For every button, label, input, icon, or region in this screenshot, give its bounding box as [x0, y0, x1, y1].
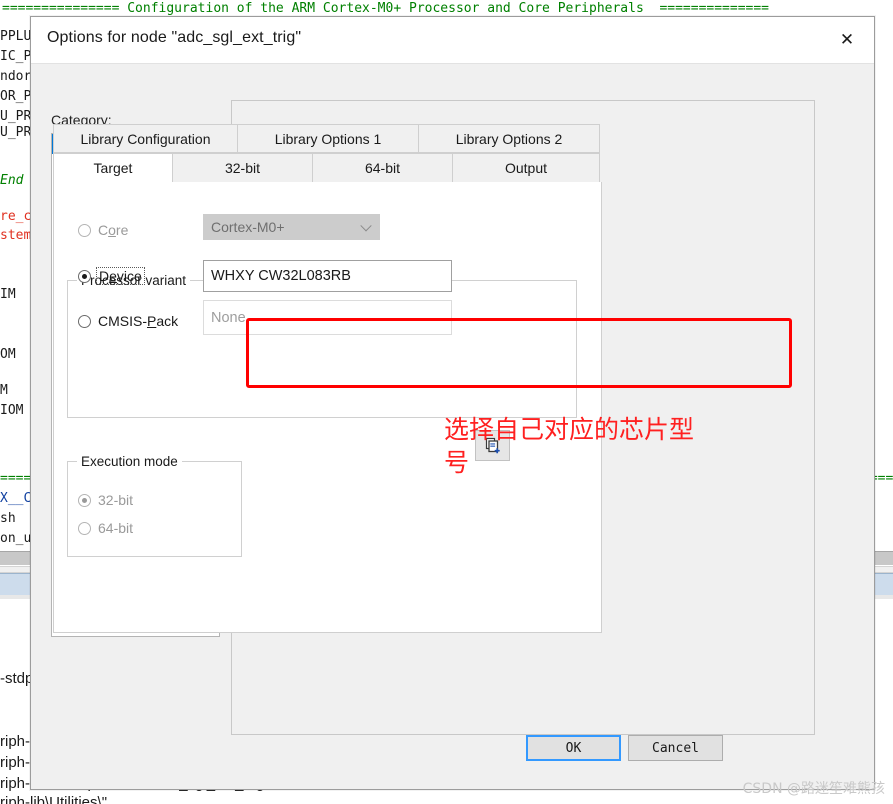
execution-mode-32bit-radio[interactable]	[78, 493, 91, 507]
code-fragment: U_PR	[0, 109, 32, 124]
tab-output[interactable]: Output	[453, 153, 600, 183]
close-icon[interactable]: ✕	[824, 20, 870, 60]
build-output-line: riph-	[0, 754, 31, 771]
device-radio-label: Device	[96, 267, 145, 285]
device-radio-row[interactable]: Device	[78, 267, 145, 285]
dialog-title: Options for node "adc_sgl_ext_trig"	[47, 29, 302, 46]
build-output-line: riph-lib\Utilities\"	[0, 794, 108, 804]
pane-splitter[interactable]	[0, 566, 30, 573]
tab-64-bit[interactable]: 64-bit	[313, 153, 453, 183]
execution-mode-32bit-label: 32-bit	[98, 492, 134, 508]
editor-hscrollbar[interactable]	[0, 551, 30, 565]
code-fragment: U_PR	[0, 125, 32, 140]
tab-library-configuration[interactable]: Library Configuration	[53, 124, 238, 153]
core-radio[interactable]	[78, 223, 91, 237]
dialog-titlebar[interactable]: Options for node "adc_sgl_ext_trig" ✕	[31, 17, 874, 64]
cmsis-pack-radio[interactable]	[78, 314, 91, 328]
core-radio-label: Core	[98, 222, 129, 238]
code-fragment: ====	[0, 471, 32, 486]
code-fragment: sh	[0, 511, 16, 526]
tab-target[interactable]: Target	[53, 153, 173, 183]
execution-mode-64bit-row[interactable]: 64-bit	[78, 520, 133, 536]
execution-mode-group: Execution mode	[67, 454, 242, 557]
target-tab-page: Processor variant Core Cortex-M0+ Device…	[53, 182, 602, 633]
device-input-value: WHXY CW32L083RB	[211, 268, 351, 284]
cancel-button[interactable]: Cancel	[628, 735, 723, 761]
execution-mode-32bit-row[interactable]: 32-bit	[78, 492, 133, 508]
code-fragment: OR_P	[0, 89, 32, 104]
code-fragment: M	[0, 383, 8, 398]
code-fragment: stem	[0, 228, 32, 243]
ok-button[interactable]: OK	[526, 735, 621, 761]
chevron-down-icon	[360, 220, 372, 232]
code-fragment: IM	[0, 287, 16, 302]
editor-tab-strip	[0, 573, 30, 597]
execution-mode-64bit-label: 64-bit	[98, 520, 134, 536]
tab-row-bottom: Target 32-bit 64-bit Output	[53, 153, 600, 183]
code-fragment: PPLU	[0, 29, 32, 44]
build-output-line: riph-	[0, 733, 31, 750]
tab-library-options-1[interactable]: Library Options 1	[238, 124, 419, 153]
options-dialog: Options for node "adc_sgl_ext_trig" ✕ Ca…	[30, 16, 875, 790]
code-fragment: X__C	[0, 491, 32, 506]
core-combobox-value: Cortex-M0+	[211, 219, 285, 235]
build-output-line: -stdp	[0, 670, 34, 687]
cmsis-pack-radio-row[interactable]: CMSIS-Pack	[78, 313, 178, 329]
cmsis-pack-radio-label: CMSIS-Pack	[98, 313, 179, 329]
execution-mode-title: Execution mode	[77, 454, 182, 469]
code-fragment: ndor	[0, 69, 32, 84]
code-fragment: OM	[0, 347, 16, 362]
cmsis-pack-input[interactable]: None	[203, 300, 452, 335]
core-radio-row[interactable]: Core	[78, 222, 128, 238]
execution-mode-64bit-radio[interactable]	[78, 521, 91, 535]
code-comment-banner: =============== Configuration of the ARM…	[2, 1, 770, 16]
cmsis-pack-input-value: None	[211, 309, 246, 326]
annotation-text: 选择自己对应的芯片型号	[444, 415, 695, 477]
editor-tab-strip-edge	[0, 595, 30, 599]
code-fragment: End	[0, 173, 24, 188]
code-fragment: IC_P	[0, 49, 32, 64]
device-input[interactable]: WHXY CW32L083RB	[203, 260, 452, 292]
tab-library-options-2[interactable]: Library Options 2	[419, 124, 600, 153]
code-fragment: IOM	[0, 403, 24, 418]
core-combobox[interactable]: Cortex-M0+	[203, 214, 380, 240]
watermark: CSDN @路迷笙难熊孩	[742, 781, 885, 797]
code-fragment: on_u	[0, 531, 32, 546]
device-radio[interactable]	[78, 269, 91, 283]
code-fragment: re_c	[0, 209, 32, 224]
tab-row-top: Library Configuration Library Options 1 Li…	[53, 124, 600, 153]
tab-32-bit[interactable]: 32-bit	[173, 153, 313, 183]
